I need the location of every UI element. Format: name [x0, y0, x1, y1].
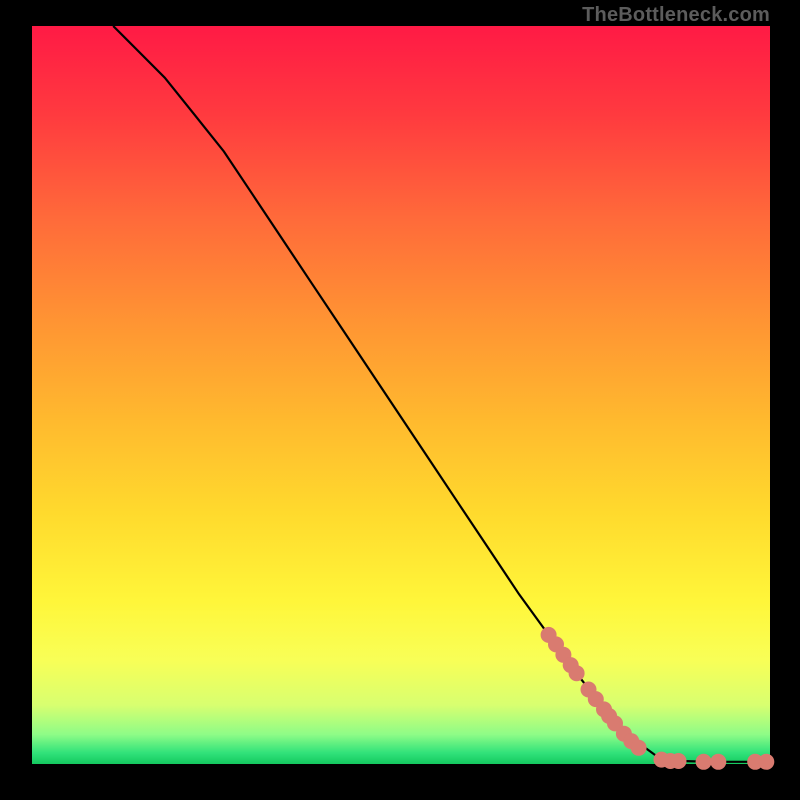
data-marker [758, 754, 774, 770]
watermark-text: TheBottleneck.com [582, 4, 770, 27]
chart-svg [32, 26, 770, 764]
plot-area [32, 26, 770, 764]
data-marker [696, 754, 712, 770]
data-marker [710, 754, 726, 770]
data-marker [569, 665, 585, 681]
data-marker [671, 753, 687, 769]
curve-markers [541, 627, 775, 770]
curve-line [113, 26, 770, 762]
chart-stage: TheBottleneck.com [0, 0, 800, 800]
data-marker [631, 740, 647, 756]
